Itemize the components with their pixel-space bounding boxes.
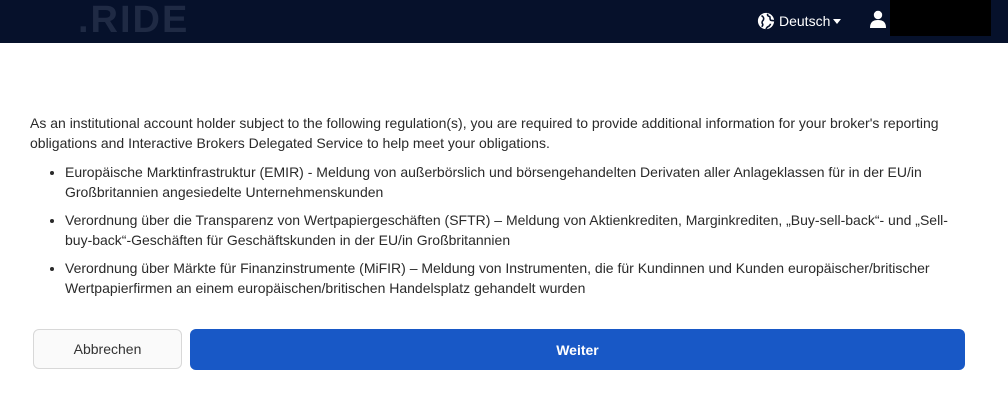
regulation-item-sftr: Verordnung über die Transparenz von Wert… — [65, 211, 975, 250]
regulation-item-mifir: Verordnung über Märkte für Finanzinstrum… — [65, 259, 975, 298]
cancel-button[interactable]: Abbrechen — [33, 329, 182, 369]
top-navigation-bar: .RIDE Deutsch — [0, 0, 1008, 43]
regulation-notice: As an institutional account holder subje… — [30, 114, 975, 307]
brand-logo: .RIDE — [78, 0, 190, 41]
user-icon[interactable] — [869, 10, 887, 28]
regulation-list: Europäische Marktinfrastruktur (EMIR) - … — [30, 163, 975, 298]
language-selector[interactable]: Deutsch — [757, 10, 842, 32]
globe-icon — [757, 12, 775, 30]
continue-button[interactable]: Weiter — [190, 329, 965, 370]
regulation-item-emir: Europäische Marktinfrastruktur (EMIR) - … — [65, 163, 975, 202]
language-label: Deutsch — [779, 13, 831, 29]
intro-text: As an institutional account holder subje… — [30, 115, 939, 151]
chevron-down-icon — [833, 18, 842, 24]
redacted-account-area — [890, 0, 991, 36]
